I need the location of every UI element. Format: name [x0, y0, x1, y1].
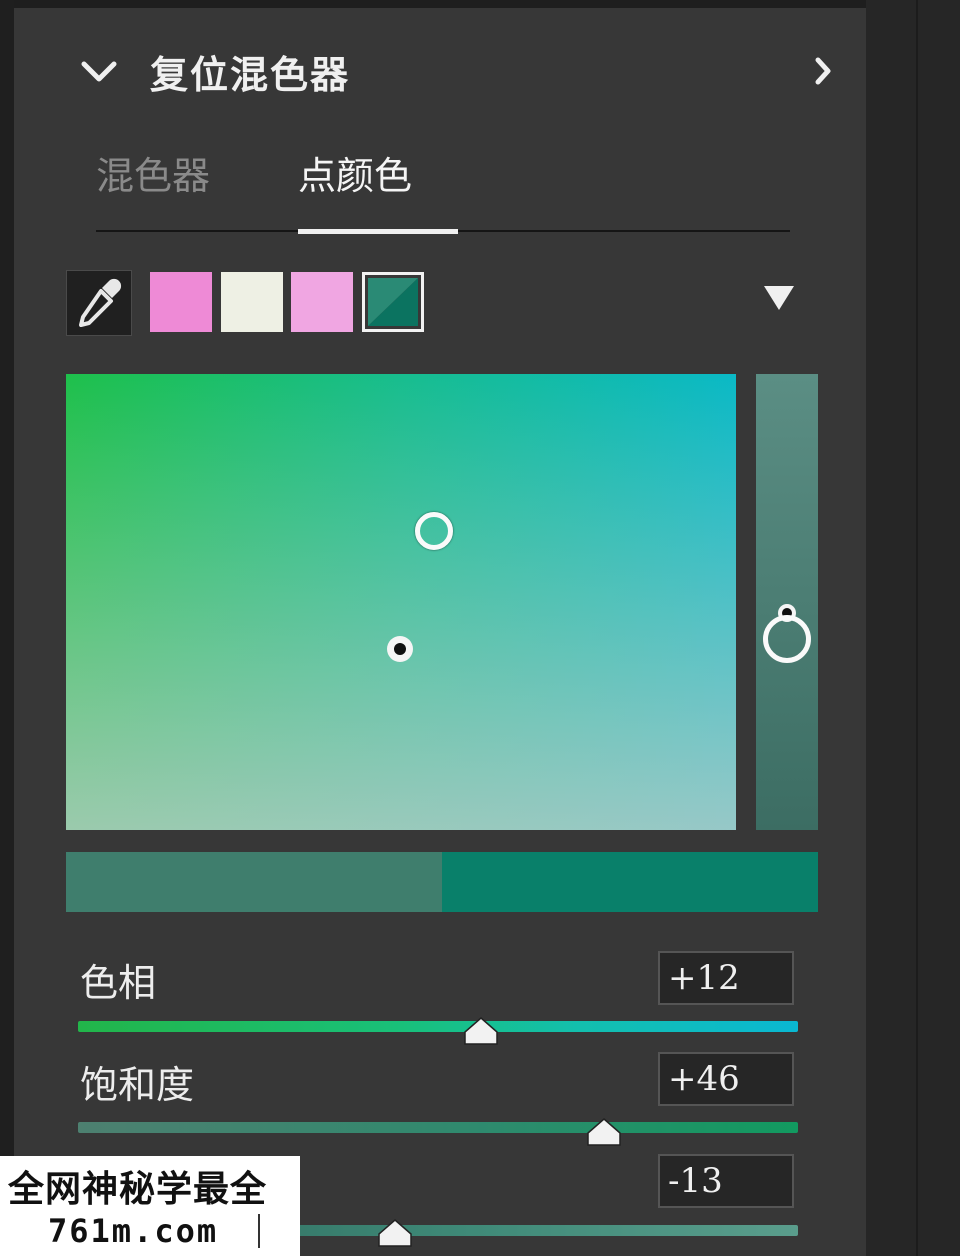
right-scrollbar-area[interactable]	[866, 0, 960, 1256]
reset-mixer-title[interactable]: 复位混色器	[150, 44, 350, 99]
luminance-strip[interactable]	[756, 374, 818, 830]
saturation-value-field[interactable]: +46	[658, 1052, 794, 1106]
hue-slider-thumb[interactable]	[463, 1016, 499, 1046]
triangle-down-icon[interactable]	[762, 284, 796, 312]
watermark-url: 761m.com	[48, 1212, 219, 1250]
swatch-split-icon	[368, 278, 418, 326]
tab-active-indicator	[298, 229, 458, 234]
hue-label: 色相	[80, 961, 157, 1005]
color-swatch-white[interactable]	[221, 272, 283, 332]
color-swatch-teal-selected[interactable]	[362, 272, 424, 332]
luminance-handle[interactable]	[763, 615, 811, 663]
hue-saturation-field[interactable]	[66, 374, 736, 830]
tab-mixer[interactable]: 混色器	[96, 145, 210, 200]
source-color-point[interactable]	[387, 636, 413, 662]
luminance-value-field[interactable]: -13	[658, 1154, 794, 1208]
luminance-slider-thumb[interactable]	[377, 1218, 413, 1248]
panel-divider	[916, 0, 918, 1256]
original-color-preview	[66, 852, 442, 912]
watermark-bar	[258, 1214, 260, 1248]
color-swatch-light-pink[interactable]	[291, 272, 353, 332]
eyedropper-icon	[79, 278, 122, 327]
watermark-text: 全网神秘学最全	[8, 1169, 268, 1210]
top-bar	[14, 0, 866, 8]
adjusted-color-preview	[442, 852, 818, 912]
tab-point-color[interactable]: 点颜色	[298, 145, 412, 200]
watermark: 全网神秘学最全 761m.com	[0, 1156, 300, 1256]
color-swatch-pink[interactable]	[150, 272, 212, 332]
chevron-down-icon[interactable]	[80, 58, 118, 86]
saturation-label: 饱和度	[80, 1063, 195, 1107]
hue-slider-track[interactable]	[78, 1021, 798, 1032]
left-edge	[0, 0, 14, 1256]
saturation-slider-thumb[interactable]	[586, 1117, 622, 1147]
eyedropper-button[interactable]	[66, 270, 132, 336]
target-color-handle[interactable]	[415, 512, 453, 550]
chevron-right-icon[interactable]	[812, 56, 834, 86]
saturation-slider-track[interactable]	[78, 1122, 798, 1133]
hue-value-field[interactable]: +12	[658, 951, 794, 1005]
